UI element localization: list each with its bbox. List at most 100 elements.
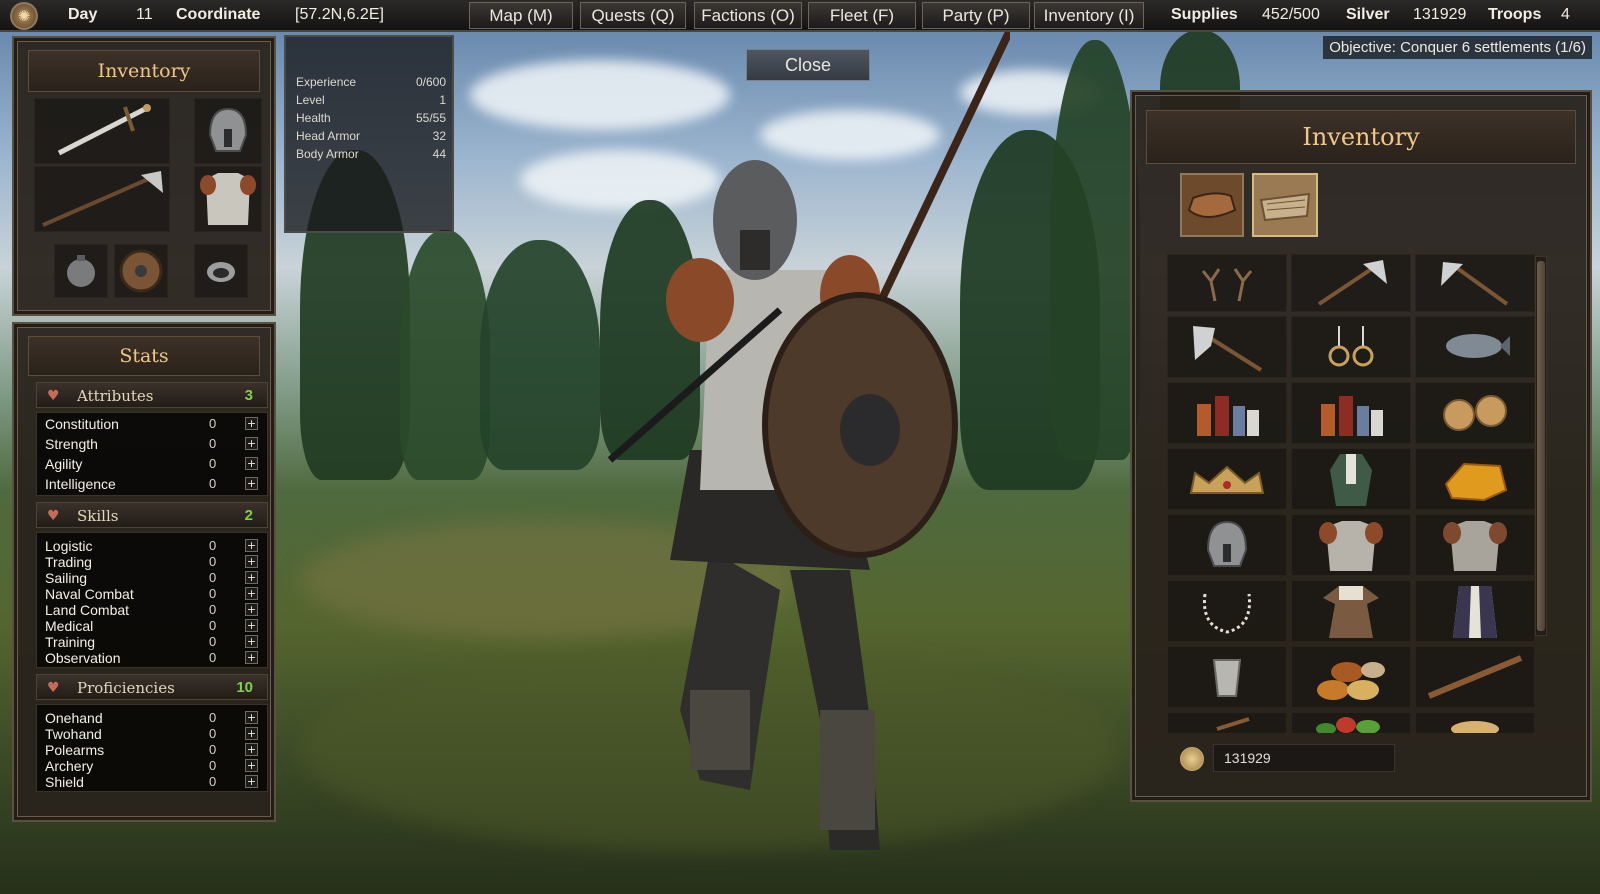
inventory-slot[interactable] bbox=[1415, 580, 1535, 642]
skills-header: ♥ Skills 2 bbox=[36, 502, 268, 528]
ring-slot[interactable] bbox=[194, 244, 248, 298]
stat-value: 0 bbox=[209, 726, 216, 741]
earrings-icon bbox=[1321, 320, 1381, 374]
character-info-panel: Experience0/600 Level1 Health55/55 Head … bbox=[284, 35, 454, 233]
quests-menu-button[interactable]: Quests (Q) bbox=[580, 2, 686, 29]
heart-icon: ♥ bbox=[47, 508, 60, 524]
mail-armor-icon bbox=[1316, 517, 1386, 573]
inventory-slot[interactable] bbox=[1415, 646, 1535, 708]
increase-intelligence-button[interactable]: + bbox=[245, 477, 258, 490]
increase-archery-button[interactable]: + bbox=[245, 759, 258, 772]
stat-label: Logistic bbox=[45, 538, 92, 554]
increase-polearms-button[interactable]: + bbox=[245, 743, 258, 756]
stats-panel: Stats ♥ Attributes 3 Constitution0+ Stre… bbox=[12, 322, 276, 822]
increase-logistic-button[interactable]: + bbox=[245, 539, 258, 552]
spices-icon bbox=[1313, 650, 1389, 704]
inventory-slot[interactable] bbox=[1291, 254, 1411, 312]
ship-icon bbox=[1257, 180, 1313, 230]
experience-label: Experience bbox=[296, 75, 356, 89]
inventory-slot[interactable] bbox=[1167, 712, 1287, 734]
dress-icon bbox=[1319, 582, 1383, 640]
increase-trading-button[interactable]: + bbox=[245, 555, 258, 568]
weapon-slot[interactable] bbox=[34, 98, 170, 164]
equipment-panel: Inventory bbox=[12, 36, 276, 316]
inventory-slot[interactable] bbox=[1167, 448, 1287, 510]
increase-medical-button[interactable]: + bbox=[245, 619, 258, 632]
stick-icon bbox=[1197, 713, 1257, 733]
stat-value: 0 bbox=[209, 586, 216, 601]
fleet-menu-button[interactable]: Fleet (F) bbox=[808, 2, 916, 29]
potions-icon bbox=[1313, 386, 1389, 440]
increase-sailing-button[interactable]: + bbox=[245, 571, 258, 584]
inventory-slot[interactable] bbox=[1167, 514, 1287, 576]
inventory-slot[interactable] bbox=[1291, 448, 1411, 510]
health-value: 55/55 bbox=[416, 111, 446, 125]
increase-shield-button[interactable]: + bbox=[245, 775, 258, 788]
silver-amount-field[interactable]: 131929 bbox=[1213, 744, 1395, 772]
stat-label: Shield bbox=[45, 774, 84, 790]
coins-icon bbox=[1437, 393, 1513, 433]
body-slot[interactable] bbox=[194, 166, 262, 232]
inventory-slot[interactable] bbox=[1415, 448, 1535, 510]
heart-icon: ♥ bbox=[47, 680, 60, 696]
vegetables-icon bbox=[1306, 713, 1396, 733]
increase-constitution-button[interactable]: + bbox=[245, 417, 258, 430]
secondary-weapon-slot[interactable] bbox=[34, 166, 170, 232]
inventory-slot[interactable] bbox=[1167, 382, 1287, 444]
inventory-menu-button[interactable]: Inventory (I) bbox=[1034, 2, 1144, 29]
close-button[interactable]: Close bbox=[746, 49, 870, 81]
inventory-slot[interactable] bbox=[1291, 580, 1411, 642]
stat-row-land-combat: Land Combat0+ bbox=[37, 602, 269, 618]
inventory-slot[interactable] bbox=[1291, 712, 1411, 734]
inventory-slot[interactable] bbox=[1415, 514, 1535, 576]
troops-label: Troops bbox=[1488, 6, 1541, 24]
inventory-scrollbar[interactable] bbox=[1535, 256, 1547, 636]
inventory-slot[interactable] bbox=[1415, 712, 1535, 734]
stat-label: Training bbox=[45, 634, 95, 650]
coordinate-label: Coordinate bbox=[176, 6, 260, 24]
boat-tab[interactable] bbox=[1180, 173, 1244, 237]
factions-menu-button[interactable]: Factions (O) bbox=[694, 2, 802, 29]
coordinate-value: [57.2N,6.2E] bbox=[295, 6, 384, 24]
stat-row-logistic: Logistic0+ bbox=[37, 538, 269, 554]
inventory-slot[interactable] bbox=[1291, 382, 1411, 444]
inventory-slot[interactable] bbox=[1167, 646, 1287, 708]
accessory-slot[interactable] bbox=[54, 244, 108, 298]
body-armor-value: 44 bbox=[433, 147, 446, 161]
top-status-bar: ✺ Day 11 Coordinate [57.2N,6.2E] Map (M)… bbox=[0, 0, 1600, 32]
map-menu-button[interactable]: Map (M) bbox=[469, 2, 573, 29]
increase-land-combat-button[interactable]: + bbox=[245, 603, 258, 616]
head-slot[interactable] bbox=[194, 98, 262, 164]
shield-slot[interactable] bbox=[114, 244, 168, 298]
inventory-slot[interactable] bbox=[1415, 316, 1535, 378]
inventory-slot[interactable] bbox=[1167, 580, 1287, 642]
increase-onehand-button[interactable]: + bbox=[245, 711, 258, 724]
increase-observation-button[interactable]: + bbox=[245, 651, 258, 664]
stat-label: Onehand bbox=[45, 710, 103, 726]
ship-tab[interactable] bbox=[1252, 173, 1318, 237]
inventory-slot[interactable] bbox=[1291, 514, 1411, 576]
stat-value: 0 bbox=[209, 436, 216, 451]
increase-twohand-button[interactable]: + bbox=[245, 727, 258, 740]
inventory-slot[interactable] bbox=[1291, 646, 1411, 708]
inventory-slot[interactable] bbox=[1415, 382, 1535, 444]
party-menu-button[interactable]: Party (P) bbox=[922, 2, 1030, 29]
stat-row-agility: Agility0+ bbox=[37, 456, 269, 472]
inventory-slot[interactable] bbox=[1167, 254, 1287, 312]
inventory-scrollbar-thumb[interactable] bbox=[1537, 261, 1545, 631]
skills-points: 2 bbox=[245, 507, 253, 524]
increase-naval-combat-button[interactable]: + bbox=[245, 587, 258, 600]
stat-value: 0 bbox=[209, 416, 216, 431]
helmet-icon bbox=[206, 105, 250, 157]
honeycomb-icon bbox=[1440, 454, 1510, 504]
inventory-slot[interactable] bbox=[1167, 316, 1287, 378]
inventory-slot[interactable] bbox=[1415, 254, 1535, 312]
increase-training-button[interactable]: + bbox=[245, 635, 258, 648]
increase-agility-button[interactable]: + bbox=[245, 457, 258, 470]
stat-label: Sailing bbox=[45, 570, 87, 586]
increase-strength-button[interactable]: + bbox=[245, 437, 258, 450]
inventory-slot[interactable] bbox=[1291, 316, 1411, 378]
game-emblem-icon[interactable]: ✺ bbox=[10, 2, 38, 30]
stat-value: 0 bbox=[209, 710, 216, 725]
attributes-label: Attributes bbox=[77, 387, 153, 405]
